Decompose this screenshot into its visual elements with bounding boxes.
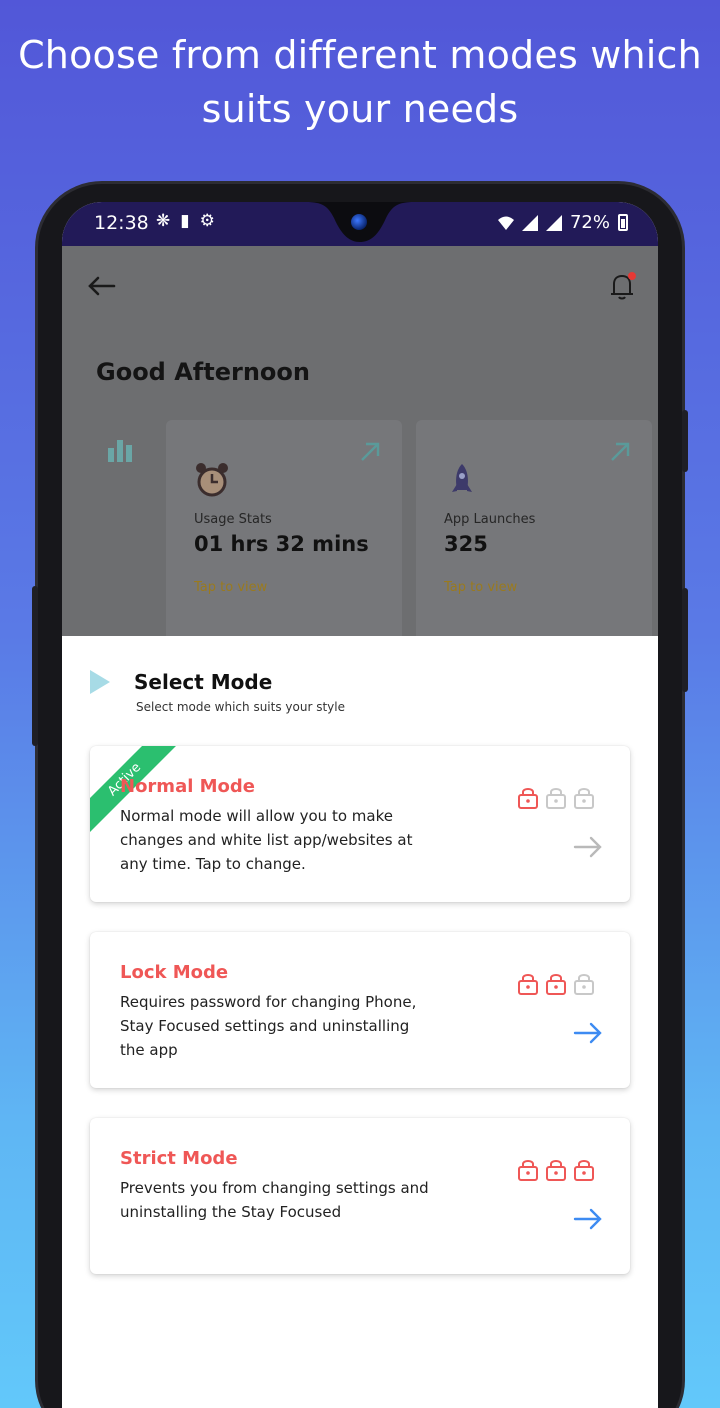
- alarm-clock-icon: [196, 463, 228, 497]
- lock-icon: [574, 974, 594, 995]
- normal-mode-desc-line: changes and white list app/websites at: [120, 831, 413, 849]
- phone-screen: 12:38 ❋ ▮ ⚙ 72% Good Afternoon Usage Sta…: [62, 202, 658, 1408]
- strict-mode-description: Prevents you from changing settings and …: [120, 1176, 490, 1224]
- wifi-icon: [497, 216, 514, 230]
- phone-side-button: [32, 586, 38, 746]
- lock-icon: [574, 788, 594, 809]
- lock-mode-description: Requires password for changing Phone, St…: [120, 990, 490, 1062]
- notification-bell-icon[interactable]: [604, 268, 640, 304]
- promo-headline-line2: suits your needs: [201, 87, 519, 131]
- slack-icon: ❋: [156, 211, 171, 231]
- back-arrow-icon[interactable]: [84, 268, 120, 304]
- lock-mode-desc-line: Requires password for changing Phone,: [120, 993, 417, 1011]
- sheet-subtitle: Select mode which suits your style: [136, 700, 345, 714]
- open-arrow-icon: [361, 442, 380, 461]
- usage-stats-card[interactable]: Usage Stats 01 hrs 32 mins Tap to view: [166, 420, 402, 650]
- phone-volume-button: [682, 588, 688, 692]
- lock-mode-arrow-icon[interactable]: [572, 1020, 604, 1046]
- lock-icon: [574, 1160, 594, 1181]
- lock-icon: [518, 1160, 538, 1181]
- app-launches-value: 325: [444, 532, 488, 556]
- cell-signal-2-icon: [545, 214, 562, 231]
- app-launches-link[interactable]: Tap to view: [444, 580, 517, 595]
- strict-mode-arrow-icon[interactable]: [572, 1206, 604, 1232]
- strict-mode-desc-line: Prevents you from changing settings and: [120, 1179, 429, 1197]
- usage-stats-link[interactable]: Tap to view: [194, 580, 267, 595]
- normal-mode-desc-line: Normal mode will allow you to make: [120, 807, 393, 825]
- normal-mode-card[interactable]: Active Normal Mode Normal mode will allo…: [90, 746, 630, 902]
- normal-mode-title: Normal Mode: [120, 776, 256, 797]
- lock-icon: [518, 974, 538, 995]
- lock-icon: [546, 974, 566, 995]
- normal-mode-locks: [516, 784, 596, 810]
- lock-mode-card[interactable]: Lock Mode Requires password for changing…: [90, 932, 630, 1088]
- app-launches-label: App Launches: [444, 512, 536, 527]
- cell-signal-icon: [521, 214, 538, 231]
- promo-headline-line1: Choose from different modes which: [18, 33, 702, 77]
- status-time: 12:38: [94, 212, 149, 234]
- settings-icon: ⚙: [199, 211, 215, 231]
- strict-mode-desc-line: uninstalling the Stay Focused: [120, 1203, 342, 1221]
- status-notification-icons: ❋ ▮ ⚙: [156, 211, 215, 231]
- strict-mode-card[interactable]: Strict Mode Prevents you from changing s…: [90, 1118, 630, 1274]
- select-mode-sheet: Select Mode Select mode which suits your…: [62, 636, 658, 1408]
- play-flag-icon: [90, 670, 110, 694]
- status-system-icons: 72%: [497, 212, 628, 233]
- strict-mode-title: Strict Mode: [120, 1148, 238, 1169]
- usage-stats-value: 01 hrs 32 mins: [194, 532, 369, 556]
- battery-saver-icon: ▮: [180, 211, 190, 231]
- normal-mode-arrow-icon[interactable]: [572, 834, 604, 860]
- lock-icon: [518, 788, 538, 809]
- front-camera: [349, 212, 369, 232]
- battery-percent: 72%: [569, 212, 610, 233]
- sheet-title: Select Mode: [134, 670, 273, 694]
- dashboard-backdrop: Good Afternoon Usage Stats 01 hrs 32 min…: [62, 246, 658, 650]
- rocket-icon: [452, 464, 472, 492]
- normal-mode-description: Normal mode will allow you to make chang…: [120, 804, 490, 876]
- phone-power-button: [682, 410, 688, 472]
- normal-mode-desc-line: any time. Tap to change.: [120, 855, 306, 873]
- phone-frame: 12:38 ❋ ▮ ⚙ 72% Good Afternoon Usage Sta…: [32, 184, 688, 1408]
- status-bar: 12:38 ❋ ▮ ⚙ 72%: [62, 202, 658, 246]
- greeting-text: Good Afternoon: [96, 358, 310, 386]
- lock-icon: [546, 1160, 566, 1181]
- usage-stats-label: Usage Stats: [194, 512, 272, 527]
- battery-icon: [618, 214, 628, 231]
- bar-chart-icon: [108, 440, 132, 462]
- lock-mode-desc-line: Stay Focused settings and uninstalling: [120, 1017, 410, 1035]
- lock-mode-desc-line: the app: [120, 1041, 178, 1059]
- lock-mode-locks: [516, 970, 596, 996]
- open-arrow-icon: [611, 442, 630, 461]
- lock-mode-title: Lock Mode: [120, 962, 229, 983]
- promo-headline: Choose from different modes which suits …: [0, 28, 720, 136]
- app-launches-card[interactable]: App Launches 325 Tap to view: [416, 420, 652, 650]
- lock-icon: [546, 788, 566, 809]
- strict-mode-locks: [516, 1156, 596, 1182]
